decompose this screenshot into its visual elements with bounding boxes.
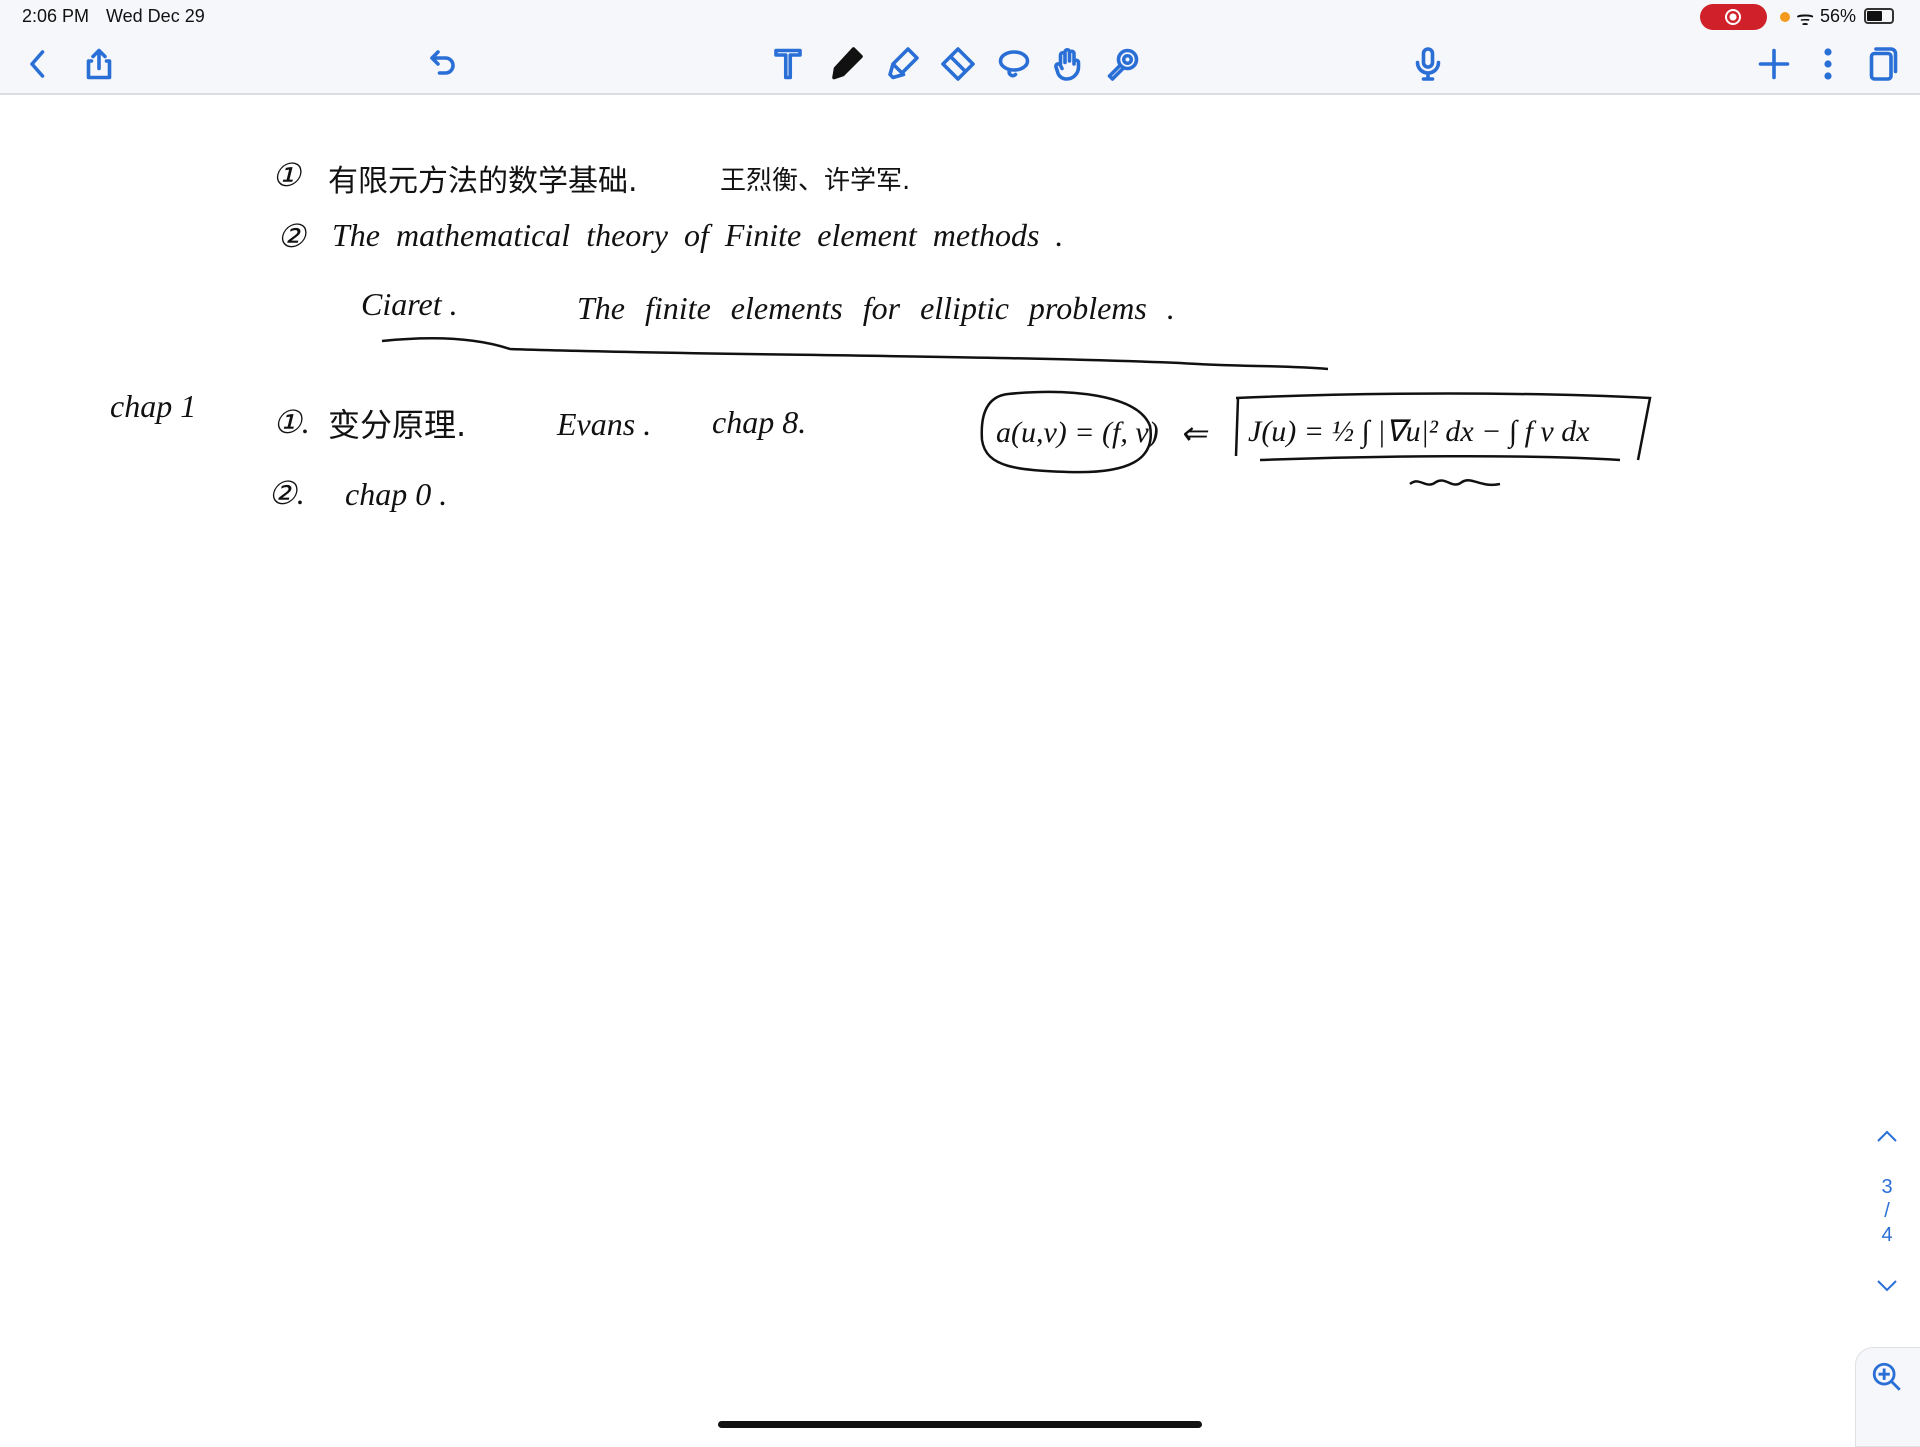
zoom-button[interactable] xyxy=(1855,1347,1920,1447)
hand-icon[interactable] xyxy=(1048,44,1088,84)
eraser-icon[interactable] xyxy=(938,44,978,84)
top-bar: 2:06 PM Wed Dec 29 ᯤ 56% xyxy=(0,0,1920,95)
book-authors-zh: 王烈衡、许学军. xyxy=(720,166,911,196)
page-up-icon[interactable] xyxy=(1872,1126,1902,1149)
page-separator: / xyxy=(1884,1200,1890,1222)
pen-icon[interactable] xyxy=(826,44,866,84)
laser-pointer-icon[interactable] xyxy=(1103,44,1143,84)
lasso-icon[interactable] xyxy=(994,44,1034,84)
evans-ref: Evans . xyxy=(557,406,652,442)
back-icon[interactable] xyxy=(18,44,58,84)
more-icon[interactable] xyxy=(1808,44,1848,84)
status-time: 2:06 PM xyxy=(22,6,90,26)
book-title-en: The mathematical theory of Finite elemen… xyxy=(332,217,1064,253)
screen-recording-indicator[interactable] xyxy=(1700,4,1767,30)
pages-icon[interactable] xyxy=(1862,44,1902,84)
wifi-icon: ᯤ xyxy=(1796,8,1815,30)
weak-form-equation: a(u,v) = (f, v) xyxy=(996,416,1159,449)
microphone-icon[interactable] xyxy=(1408,44,1448,84)
battery-percent: 56% xyxy=(1820,6,1857,26)
status-date: Wed Dec 29 xyxy=(106,6,205,26)
chap8-ref: chap 8. xyxy=(712,404,807,440)
implies-arrow: ⇐ xyxy=(1180,415,1207,451)
add-icon[interactable] xyxy=(1754,44,1794,84)
page-down-icon[interactable] xyxy=(1872,1276,1902,1299)
book-author-ciarlet: Ciaret . xyxy=(361,286,458,322)
item-1b-number: ①. xyxy=(273,404,310,440)
battery-icon xyxy=(1864,8,1894,24)
total-pages: 4 xyxy=(1881,1224,1893,1246)
book-title-zh: 有限元方法的数学基础. xyxy=(328,164,638,199)
item-2-number: ② xyxy=(277,218,306,254)
zoom-in-icon xyxy=(1872,1362,1901,1391)
book-title-ciarlet: The finite elements for elliptic problem… xyxy=(577,290,1175,326)
home-indicator[interactable] xyxy=(718,1421,1202,1428)
chap1-label: chap 1 xyxy=(110,388,197,424)
mic-in-use-dot xyxy=(1780,12,1790,22)
share-icon[interactable] xyxy=(79,44,119,84)
current-page: 3 xyxy=(1881,1176,1893,1198)
undo-icon[interactable] xyxy=(424,44,464,84)
underline-stroke xyxy=(381,336,1329,371)
energy-functional-equation: J(u) = ½ ∫ |∇u|² dx − ∫ f v dx xyxy=(1248,415,1590,448)
variational-principle-zh: 变分原理. xyxy=(328,406,467,444)
chap0-ref: chap 0 . xyxy=(345,476,448,512)
highlighter-icon[interactable] xyxy=(882,44,922,84)
text-tool-icon[interactable] xyxy=(768,44,808,84)
item-1-number: ① xyxy=(272,157,301,193)
item-2b-number: ②. xyxy=(268,475,305,511)
